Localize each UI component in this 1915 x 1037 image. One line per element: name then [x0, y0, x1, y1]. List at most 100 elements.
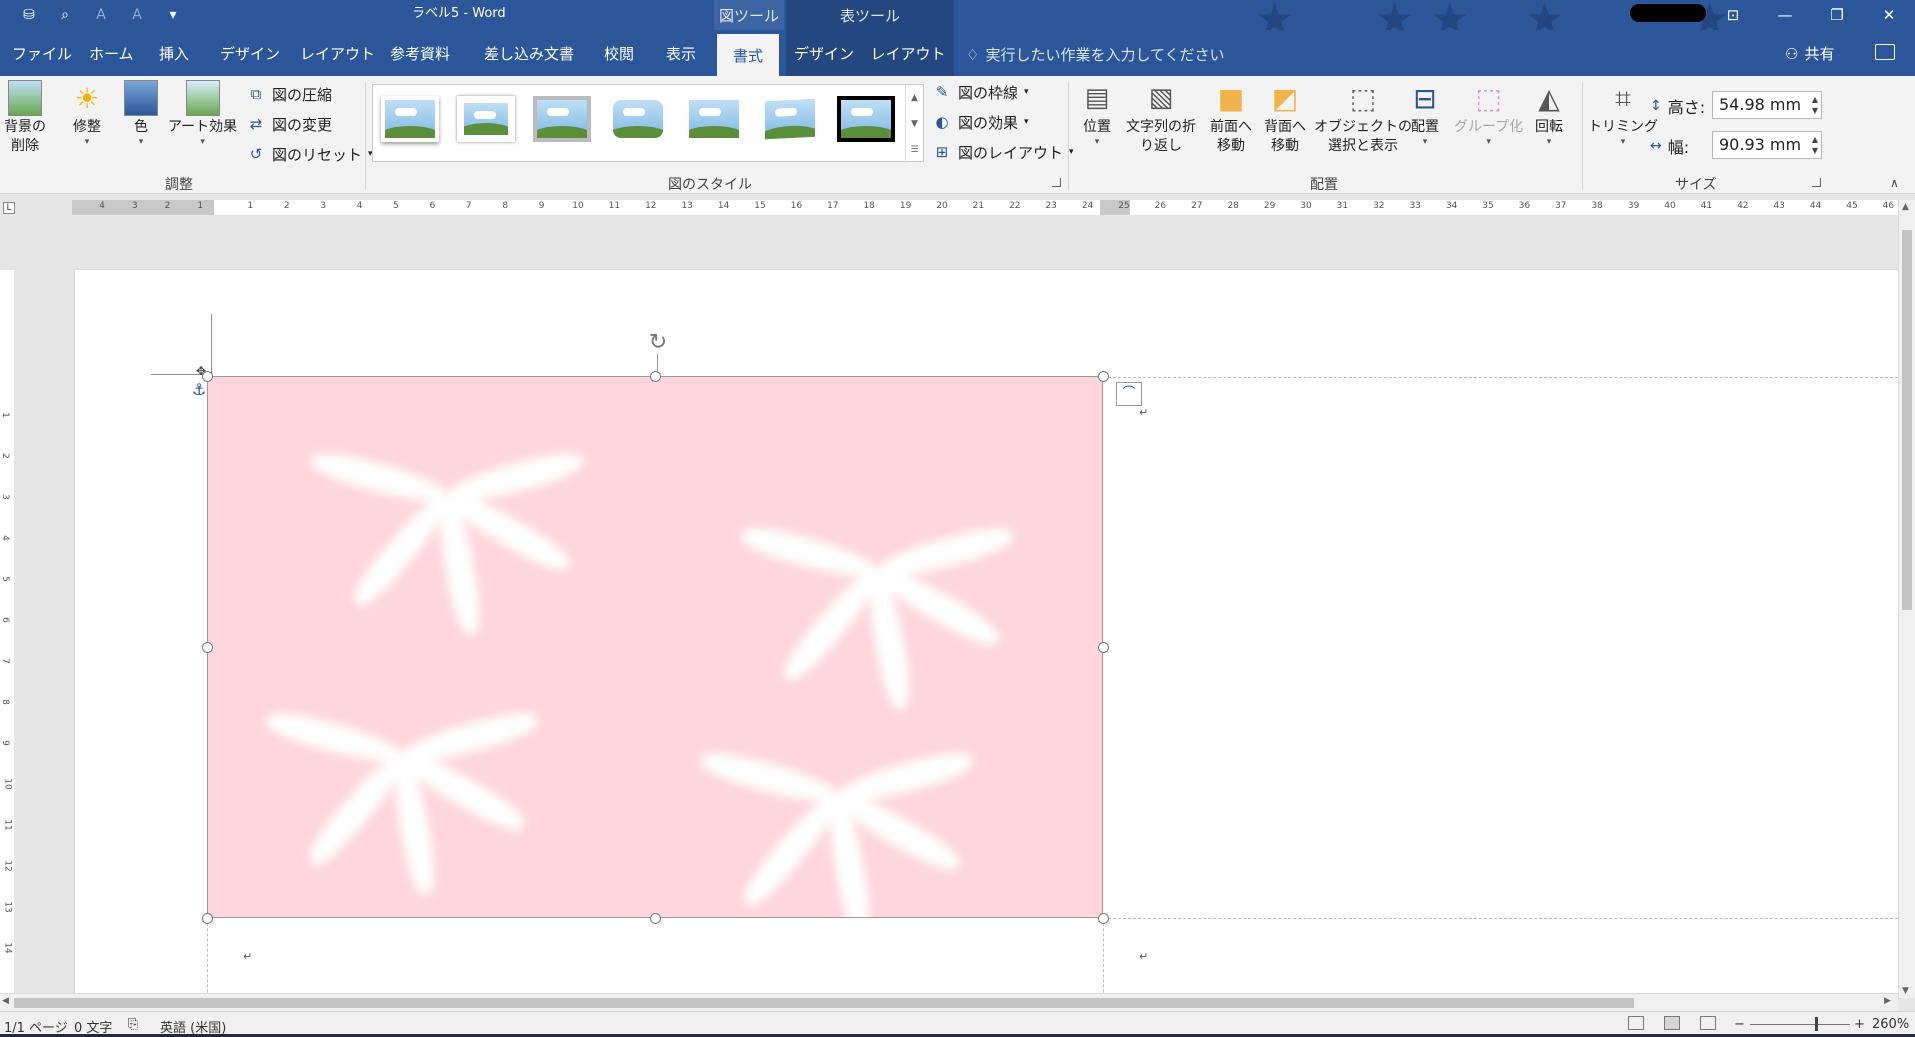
group-objects-button[interactable]: ⬚ グループ化 ▾ [1454, 80, 1523, 147]
position-button[interactable]: ▤ 位置 ▾ [1080, 80, 1114, 148]
ribbon-display-options-icon[interactable]: ⊡ [1707, 0, 1759, 30]
picture-effects-button[interactable]: ◐ 図の効果 ▾ [932, 110, 1028, 134]
vertical-scroll-thumb[interactable] [1902, 230, 1912, 610]
height-spinner-icon[interactable]: ▲ ▼ [1812, 94, 1818, 116]
print-layout-icon[interactable] [1664, 1016, 1680, 1030]
scroll-up-icon[interactable]: ▲ [1902, 202, 1909, 212]
comments-icon[interactable] [1875, 44, 1895, 60]
tab-review[interactable]: 校閲 [604, 30, 634, 76]
compress-pictures-button[interactable]: ⧉ 図の圧縮 [246, 82, 332, 106]
crop-button[interactable]: ⌗ トリミング ▾ [1588, 80, 1658, 147]
height-label: ↕ 高さ: [1650, 94, 1705, 118]
font-shrink-icon[interactable]: A [126, 4, 148, 26]
resize-handle-left[interactable] [202, 642, 213, 653]
resize-handle-bottom-right[interactable] [1098, 913, 1109, 924]
artistic-effects-button[interactable]: アート効果 ▾ [168, 80, 237, 147]
dialog-launcher-icon[interactable] [1052, 178, 1061, 187]
scroll-down-icon[interactable]: ▼ [1902, 986, 1909, 996]
corrections-button[interactable]: ☀ 修整 ▾ [70, 80, 104, 147]
scroll-left-icon[interactable]: ◀ [2, 996, 9, 1006]
customize-qat-icon[interactable]: ▾ [162, 4, 184, 26]
style-thumbnail[interactable] [609, 96, 667, 142]
style-thumbnail[interactable] [457, 96, 515, 142]
zoom-out-icon[interactable]: − [1734, 1017, 1745, 1032]
gallery-scroll[interactable]: ▲ ▼ ☰ [905, 85, 923, 163]
color-button[interactable]: 色 ▾ [124, 80, 158, 147]
save-icon[interactable]: ⛁ [18, 4, 40, 26]
tab-design[interactable]: デザイン [220, 30, 280, 76]
zoom-level[interactable]: 260% [1872, 1017, 1909, 1032]
dialog-launcher-icon[interactable] [1812, 178, 1821, 187]
table-tools-label: 表ツール [786, 0, 954, 30]
vertical-ruler[interactable]: 1 2 3 4 5 6 7 8 9 10 11 12 13 14 [0, 270, 14, 998]
send-backward-button[interactable]: ◩ 背面へ 移動 [1264, 80, 1306, 156]
rotate-handle-icon[interactable]: ↻ [645, 330, 671, 356]
table-move-handle-icon[interactable]: ✥ [196, 364, 206, 378]
width-spinner-icon[interactable]: ▲ ▼ [1812, 134, 1818, 156]
horizontal-scroll-thumb[interactable] [14, 998, 1634, 1008]
zoom-slider[interactable] [1750, 1024, 1850, 1025]
remove-background-button[interactable]: 背景の 削除 [4, 80, 46, 156]
ruler-number: 15 [754, 201, 766, 211]
collapse-ribbon-icon[interactable]: ∧ [1890, 176, 1899, 190]
tell-me-box[interactable]: ♢ 実行したい作業を入力してください [966, 44, 1225, 65]
style-thumbnail[interactable] [533, 96, 591, 142]
scroll-up-icon[interactable]: ▲ [911, 93, 918, 103]
style-thumbnail[interactable] [381, 96, 439, 142]
tab-layout[interactable]: レイアウト [300, 30, 375, 76]
layout-options-icon[interactable]: ⌒ [1116, 382, 1142, 406]
tab-home[interactable]: ホーム [89, 30, 134, 76]
change-picture-button[interactable]: ⇄ 図の変更 [246, 112, 332, 136]
style-thumbnail[interactable] [837, 96, 895, 142]
vertical-scrollbar[interactable]: ▲ ▼ [1898, 200, 1915, 998]
align-button[interactable]: ⊟ 配置 ▾ [1408, 80, 1442, 147]
scroll-down-icon[interactable]: ▼ [911, 119, 918, 129]
picture-border-button[interactable]: ✎ 図の枠線 ▾ [932, 80, 1029, 104]
wrap-text-button[interactable]: ▧ 文字列の折 り返し [1126, 80, 1196, 156]
share-button[interactable]: ⚇ 共有 [1785, 43, 1834, 64]
scroll-right-icon[interactable]: ▶ [1884, 996, 1891, 1006]
document-page[interactable]: ↵ ↵ ↵ ↵ ↻ ⌒ ⚓ ✥ [75, 270, 1900, 998]
picture-layout-button[interactable]: ⊞ 図のレイアウト ▾ [932, 140, 1074, 164]
print-preview-icon[interactable]: ⌕ [54, 4, 76, 26]
proofing-icon[interactable]: ⎘ [128, 1017, 138, 1032]
anchor-icon[interactable]: ⚓ [192, 380, 206, 399]
gallery-more-icon[interactable]: ☰ [910, 145, 918, 155]
read-mode-icon[interactable] [1628, 1016, 1644, 1030]
minimize-icon[interactable]: — [1759, 0, 1811, 30]
effects-icon: ◐ [935, 113, 949, 131]
horizontal-ruler[interactable]: 4 3 2 1 1 2 3 4 5 6 7 8 9 10 11 12 13 14 15 16 17 18 19 20 21 22 2… [72, 200, 1902, 215]
tab-references[interactable]: 参考資料 [390, 30, 450, 76]
tab-file[interactable]: ファイル [12, 30, 72, 76]
horizontal-scrollbar[interactable]: ◀ ▶ [0, 993, 1898, 1011]
resize-handle-bottom-left[interactable] [202, 913, 213, 924]
user-account-redacted[interactable] [1630, 4, 1706, 22]
bring-forward-button[interactable]: ■ 前面へ 移動 [1210, 80, 1252, 156]
picture-styles-gallery[interactable]: ▲ ▼ ☰ [372, 84, 924, 163]
tab-selector-icon[interactable]: L [3, 202, 15, 214]
resize-handle-top[interactable] [650, 371, 661, 382]
style-thumbnail[interactable] [685, 96, 743, 142]
selection-pane-button[interactable]: ⬚ オブジェクトの 選択と表示 [1314, 80, 1412, 156]
zoom-slider-knob[interactable] [1815, 1017, 1818, 1031]
tab-table-layout[interactable]: レイアウト [862, 30, 954, 76]
font-grow-icon[interactable]: A [90, 4, 112, 26]
tab-format[interactable]: 書式 [717, 34, 780, 76]
reset-icon: ↺ [249, 145, 263, 163]
resize-handle-top-right[interactable] [1098, 371, 1109, 382]
zoom-in-icon[interactable]: + [1854, 1017, 1865, 1032]
height-input[interactable]: 54.98 mm ▲ ▼ [1712, 91, 1822, 119]
resize-handle-right[interactable] [1098, 642, 1109, 653]
resize-handle-bottom[interactable] [650, 913, 661, 924]
web-layout-icon[interactable] [1700, 1016, 1716, 1030]
tab-mailings[interactable]: 差し込み文書 [484, 30, 574, 76]
rotate-button[interactable]: ◭ 回転 ▾ [1532, 80, 1566, 147]
width-input[interactable]: 90.93 mm ▲ ▼ [1712, 131, 1822, 159]
restore-icon[interactable]: ❐ [1811, 0, 1863, 30]
style-thumbnail[interactable] [761, 96, 819, 142]
reset-picture-button[interactable]: ↺ 図のリセット ▾ [246, 142, 373, 166]
tab-view[interactable]: 表示 [666, 30, 696, 76]
close-icon[interactable]: ✕ [1863, 0, 1915, 30]
tab-insert[interactable]: 挿入 [159, 30, 189, 76]
tab-table-design[interactable]: デザイン [786, 30, 862, 76]
